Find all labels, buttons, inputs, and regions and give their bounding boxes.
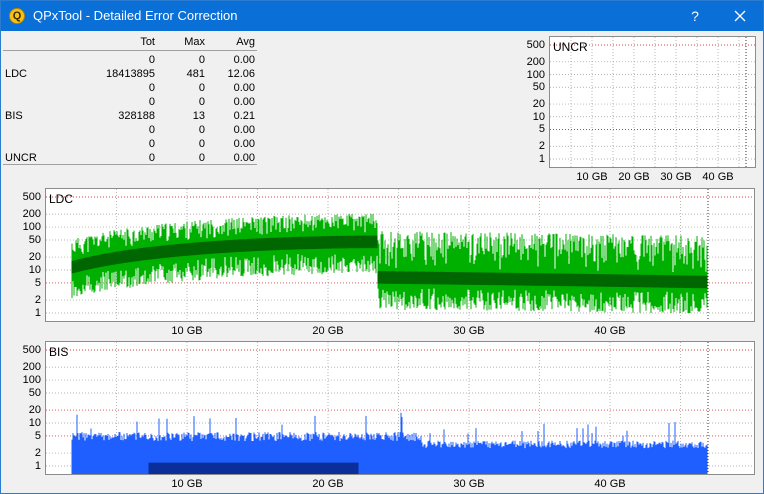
- y-tick-label: 100: [22, 374, 41, 387]
- qpxtool-app-icon: Q: [9, 8, 25, 24]
- stats-row: BIS 328188 13 0.21: [3, 109, 257, 123]
- y-tick-label: 500: [22, 191, 41, 203]
- tot-value: 0: [148, 138, 155, 150]
- column-header-max: Max: [184, 36, 205, 48]
- x-tick-label: 30 GB: [453, 325, 485, 337]
- qpxtool-window: Q QPxTool - Detailed Error Correction ? …: [0, 0, 764, 494]
- x-tick-label: 30 GB: [660, 171, 692, 183]
- max-value: 0: [198, 124, 205, 136]
- column-header-tot: Tot: [140, 36, 155, 48]
- y-tick-label: 5: [34, 276, 41, 289]
- tot-value: 328188: [118, 110, 155, 122]
- tot-value: 18413895: [106, 68, 155, 80]
- help-button[interactable]: ?: [677, 1, 713, 31]
- x-tick-label: 20 GB: [618, 171, 650, 183]
- close-icon: [734, 10, 746, 22]
- y-tick-label: 10: [28, 264, 41, 277]
- tot-value: 0: [148, 96, 155, 108]
- y-tick-label: 2: [538, 140, 545, 153]
- avg-value: 0.00: [233, 152, 255, 164]
- column-header-avg: Avg: [236, 36, 255, 48]
- bis-plot-area: [45, 341, 755, 475]
- y-tick-label: 100: [526, 68, 545, 81]
- avg-value: 0.00: [233, 82, 255, 94]
- y-tick-label: 500: [526, 39, 545, 51]
- tot-value: 0: [148, 54, 155, 66]
- max-value: 0: [198, 152, 205, 164]
- y-tick-label: 2: [34, 447, 41, 460]
- avg-value: 0.21: [233, 110, 255, 122]
- row-label: LDC: [5, 68, 28, 80]
- footer-divider: [3, 164, 257, 165]
- y-tick-label: 200: [22, 361, 41, 374]
- max-value: 13: [192, 110, 205, 122]
- x-tick-label: 30 GB: [453, 478, 485, 490]
- y-tick-label: 100: [22, 221, 41, 234]
- avg-value: 0.00: [233, 96, 255, 108]
- y-tick-label: 500: [22, 344, 41, 356]
- y-tick-label: 50: [28, 386, 41, 399]
- y-tick-label: 5: [538, 123, 545, 136]
- y-tick-label: 20: [28, 404, 41, 417]
- y-tick-label: 200: [526, 55, 545, 68]
- stats-row: LDC 18413895 481 12.06: [3, 67, 257, 81]
- x-tick-label: 40 GB: [594, 478, 626, 490]
- header-divider: [3, 50, 257, 51]
- avg-value: 0.00: [233, 138, 255, 150]
- avg-value: 0.00: [233, 124, 255, 136]
- y-tick-label: 1: [34, 460, 41, 472]
- stats-table: Tot Max Avg 0 0 0.00 LDC 18413895 481 12.06 0 0 0…: [3, 35, 257, 165]
- y-tick-label: 10: [28, 417, 41, 430]
- x-tick-label: 10 GB: [576, 171, 608, 183]
- stats-row: 0 0 0.00: [3, 137, 257, 151]
- y-tick-label: 50: [532, 81, 545, 94]
- tot-value: 0: [148, 124, 155, 136]
- x-tick-label: 10 GB: [171, 478, 203, 490]
- max-value: 481: [186, 68, 205, 80]
- y-tick-label: 10: [532, 110, 545, 123]
- x-tick-label: 20 GB: [312, 478, 344, 490]
- stats-row: 0 0 0.00: [3, 123, 257, 137]
- close-button[interactable]: [717, 1, 763, 31]
- y-tick-label: 2: [34, 294, 41, 307]
- y-tick-label: 20: [532, 98, 545, 111]
- window-title: QPxTool - Detailed Error Correction: [33, 8, 238, 23]
- max-value: 0: [198, 96, 205, 108]
- y-tick-label: 1: [538, 153, 545, 165]
- ldc-chart: [46, 189, 754, 321]
- max-value: 0: [198, 54, 205, 66]
- bis-graph-label: BIS: [49, 345, 69, 359]
- x-tick-label: 20 GB: [312, 325, 344, 337]
- y-tick-label: 200: [22, 208, 41, 221]
- y-tick-label: 5: [34, 429, 41, 442]
- title-bar: Q QPxTool - Detailed Error Correction ?: [1, 1, 763, 31]
- avg-value: 12.06: [227, 68, 255, 80]
- avg-value: 0.00: [233, 54, 255, 66]
- bis-chart: [46, 342, 754, 474]
- y-tick-label: 50: [28, 233, 41, 246]
- row-label: UNCR: [5, 152, 37, 164]
- uncr-chart: [550, 37, 755, 167]
- x-tick-label: 10 GB: [171, 325, 203, 337]
- max-value: 0: [198, 138, 205, 150]
- stats-row: 0 0 0.00: [3, 81, 257, 95]
- tot-value: 0: [148, 152, 155, 164]
- stats-row: 0 0 0.00: [3, 95, 257, 109]
- x-tick-label: 40 GB: [594, 325, 626, 337]
- ldc-plot-area: [45, 188, 755, 322]
- tot-value: 0: [148, 82, 155, 94]
- uncr-graph-label: UNCR: [553, 40, 588, 54]
- x-tick-label: 40 GB: [702, 171, 734, 183]
- uncr-plot-area: [549, 36, 756, 168]
- y-tick-label: 20: [28, 251, 41, 264]
- ldc-graph-label: LDC: [49, 192, 74, 206]
- max-value: 0: [198, 82, 205, 94]
- row-label: BIS: [5, 110, 23, 122]
- stats-row: 0 0 0.00: [3, 53, 257, 67]
- stats-row: UNCR 0 0 0.00: [3, 151, 257, 165]
- y-tick-label: 1: [34, 307, 41, 319]
